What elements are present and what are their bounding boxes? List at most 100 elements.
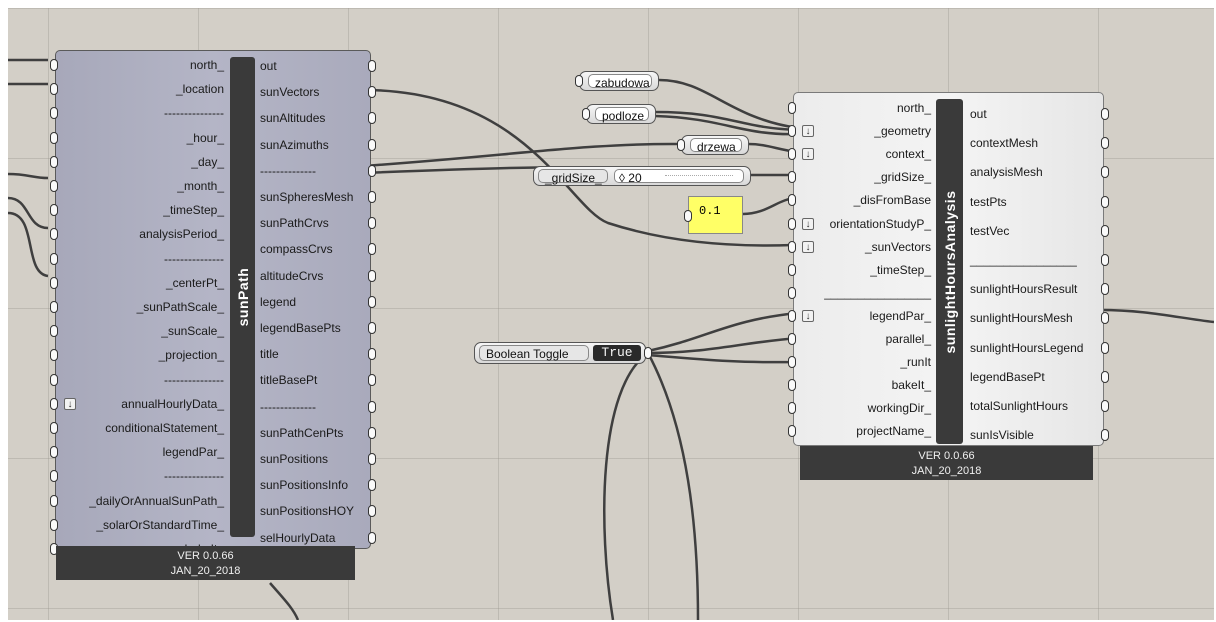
sunpath-output-grip[interactable]: [368, 426, 376, 439]
shva-input-grip[interactable]: [788, 402, 796, 415]
sunpath-output-grip[interactable]: [368, 112, 376, 125]
zabudowa-grip[interactable]: [575, 75, 583, 87]
shva-output-grip[interactable]: [1101, 341, 1109, 354]
sunpath-output-grip[interactable]: [368, 453, 376, 465]
sunpath-input-12[interactable]: _projection_: [159, 348, 224, 362]
shva-input-10[interactable]: parallel_: [886, 332, 931, 346]
shva-input-grip[interactable]: [788, 194, 796, 207]
sunpath-input-grip[interactable]: [50, 518, 58, 531]
sunpath-output-12[interactable]: titleBasePt: [260, 373, 317, 387]
sunpath-input-grip[interactable]: [50, 228, 58, 241]
sunpath-output-18[interactable]: selHourlyData: [260, 531, 335, 545]
sunpath-input-grip[interactable]: [50, 422, 58, 434]
shva-output-0[interactable]: out: [970, 107, 987, 121]
drzewa-param[interactable]: drzewa: [681, 135, 749, 155]
shva-output-grip[interactable]: [1101, 195, 1109, 208]
sunpath-input-6[interactable]: _timeStep_: [163, 203, 224, 217]
sunpath-output-grip[interactable]: [368, 479, 376, 492]
sunpath-output-grip[interactable]: [368, 322, 376, 334]
shva-input-5[interactable]: orientationStudyP_: [830, 217, 931, 231]
sunpath-output-grip[interactable]: [368, 531, 376, 544]
sunpath-output-6[interactable]: sunPathCrvs: [260, 216, 329, 230]
shva-input-grip[interactable]: [788, 263, 796, 276]
grasshopper-canvas[interactable]: sunPath north_ _location --------------- _h…: [8, 8, 1214, 620]
shva-input-8[interactable]: ________________: [824, 286, 931, 300]
sunpath-output-grip[interactable]: [368, 217, 376, 230]
sunpath-input-grip[interactable]: [50, 180, 58, 192]
boolean-toggle-grip[interactable]: [644, 347, 652, 359]
sunpath-output-grip[interactable]: [368, 191, 376, 203]
sunpath-input-13[interactable]: ---------------: [164, 373, 224, 387]
sunlight-hours-analysis-component[interactable]: sunlightHoursAnalysis north_ _geometry con…: [788, 92, 1109, 446]
sunpath-input-grip[interactable]: [50, 83, 58, 96]
sunpath-output-grip[interactable]: [368, 86, 376, 99]
shva-output-grip[interactable]: [1101, 400, 1109, 412]
sunpath-output-4[interactable]: --------------: [260, 164, 316, 178]
sunpath-input-grip[interactable]: [50, 107, 58, 120]
sunpath-input-14[interactable]: annualHourlyData_: [121, 397, 224, 411]
shva-input-grip[interactable]: [788, 148, 796, 161]
shva-input-4[interactable]: _disFromBase: [854, 193, 931, 207]
shva-output-grip[interactable]: [1101, 137, 1109, 150]
sunpath-input-10[interactable]: _sunPathScale_: [137, 300, 224, 314]
sunpath-input-8[interactable]: ---------------: [164, 252, 224, 266]
shva-output-8[interactable]: sunlightHoursLegend: [970, 341, 1083, 355]
sunpath-input-17[interactable]: ---------------: [164, 469, 224, 483]
shva-input-grip[interactable]: [788, 217, 796, 230]
shva-input-12[interactable]: bakeIt_: [892, 378, 931, 392]
shva-input-2[interactable]: context_: [886, 147, 931, 161]
sunpath-output-grip[interactable]: [368, 138, 376, 151]
shva-input-6[interactable]: _sunVectors: [865, 240, 931, 254]
sunpath-output-9[interactable]: legend: [260, 295, 296, 309]
shva-output-grip[interactable]: [1101, 370, 1109, 383]
podloze-param[interactable]: podloze: [586, 104, 656, 124]
sunpath-input-3[interactable]: _hour_: [187, 131, 224, 145]
shva-input-13[interactable]: workingDir_: [868, 401, 931, 415]
sunpath-output-grip[interactable]: [368, 269, 376, 282]
shva-output-9[interactable]: legendBasePt: [970, 370, 1045, 384]
sunpath-output-14[interactable]: sunPathCenPts: [260, 426, 343, 440]
shva-input-3[interactable]: _gridSize_: [874, 170, 931, 184]
shva-input-9[interactable]: legendPar_: [870, 309, 931, 323]
sunpath-input-9[interactable]: _centerPt_: [166, 276, 224, 290]
sunpath-input-2[interactable]: ---------------: [164, 106, 224, 120]
shva-input-grip[interactable]: [788, 102, 796, 114]
sunpath-output-0[interactable]: out: [260, 59, 277, 73]
shva-output-grip[interactable]: [1101, 224, 1109, 237]
sunpath-output-grip[interactable]: [368, 243, 376, 256]
sunpath-input-grip[interactable]: [50, 131, 58, 144]
zabudowa-param[interactable]: zabudowa: [579, 71, 659, 91]
shva-output-10[interactable]: totalSunlightHours: [970, 399, 1068, 413]
sunpath-output-grip[interactable]: [368, 164, 376, 177]
sunpath-input-grip[interactable]: [50, 397, 58, 410]
shva-input-grip[interactable]: [788, 240, 796, 253]
shva-input-grip[interactable]: [788, 309, 796, 322]
sunpath-input-grip[interactable]: [50, 59, 58, 71]
shva-input-14[interactable]: projectName_: [856, 424, 931, 438]
gridsize-slider-track[interactable]: ◊ 20: [614, 169, 744, 185]
sunpath-output-7[interactable]: compassCrvs: [260, 242, 333, 256]
sunpath-input-16[interactable]: legendPar_: [163, 445, 224, 459]
shva-output-5[interactable]: ________________: [970, 253, 1077, 267]
sunpath-output-grip[interactable]: [368, 60, 376, 72]
sunpath-input-15[interactable]: conditionalStatement_: [105, 421, 224, 435]
sunpath-output-2[interactable]: sunAltitudes: [260, 111, 325, 125]
value-panel-grip[interactable]: [684, 210, 692, 222]
sunpath-input-grip[interactable]: [50, 155, 58, 168]
shva-output-grip[interactable]: [1101, 108, 1109, 120]
sunpath-input-grip[interactable]: [50, 446, 58, 459]
sunpath-input-4[interactable]: _day_: [191, 155, 224, 169]
sunpath-input-grip[interactable]: [50, 373, 58, 386]
sunpath-component[interactable]: sunPath north_ _location --------------- _h…: [50, 50, 376, 556]
shva-output-7[interactable]: sunlightHoursMesh: [970, 311, 1073, 325]
sunpath-input-grip[interactable]: [50, 301, 58, 313]
shva-input-grip[interactable]: [788, 171, 796, 184]
sunpath-output-1[interactable]: sunVectors: [260, 85, 319, 99]
boolean-toggle[interactable]: Boolean Toggle True: [474, 342, 646, 364]
shva-output-grip[interactable]: [1101, 283, 1109, 296]
sunpath-output-10[interactable]: legendBasePts: [260, 321, 341, 335]
sunpath-input-11[interactable]: _sunScale_: [161, 324, 224, 338]
sunpath-output-grip[interactable]: [368, 295, 376, 308]
sunpath-input-7[interactable]: analysisPeriod_: [139, 227, 224, 241]
shva-input-grip[interactable]: [788, 356, 796, 369]
